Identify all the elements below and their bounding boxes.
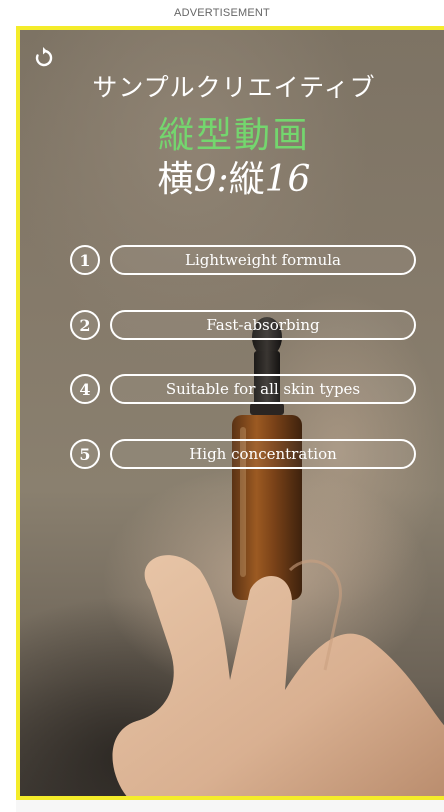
creative-title: サンプルクリエイティブ bbox=[92, 73, 376, 102]
ad-footer-strip bbox=[16, 800, 444, 812]
ratio-height: 16 bbox=[264, 159, 311, 200]
ratio-mid: 縦 bbox=[228, 159, 265, 200]
replay-icon[interactable] bbox=[32, 46, 56, 70]
feature-item-5[interactable]: 5 High concentration bbox=[70, 437, 416, 471]
feature-item-1[interactable]: 1 Lightweight formula bbox=[70, 243, 416, 277]
feature-label: Lightweight formula bbox=[110, 245, 416, 275]
ratio-prefix: 横 bbox=[157, 159, 194, 200]
feature-number: 5 bbox=[70, 439, 100, 469]
feature-number: 1 bbox=[70, 245, 100, 275]
feature-label: High concentration bbox=[110, 439, 416, 469]
feature-item-2[interactable]: 2 Fast-absorbing bbox=[70, 308, 416, 342]
feature-number: 2 bbox=[70, 310, 100, 340]
ratio-width: 9: bbox=[193, 159, 229, 200]
feature-label: Fast-absorbing bbox=[110, 310, 416, 340]
hand-image bbox=[112, 555, 444, 796]
advertisement-label: ADVERTISEMENT bbox=[174, 7, 270, 19]
video-ad-creative[interactable]: サンプルクリエイティブ 縦型動画 横9:縦16 1 Lightweight fo… bbox=[16, 26, 444, 800]
feature-item-4[interactable]: 4 Suitable for all skin types bbox=[70, 372, 416, 406]
feature-number: 4 bbox=[70, 374, 100, 404]
aspect-ratio-label: 横9:縦16 bbox=[20, 150, 444, 202]
feature-label: Suitable for all skin types bbox=[110, 374, 416, 404]
